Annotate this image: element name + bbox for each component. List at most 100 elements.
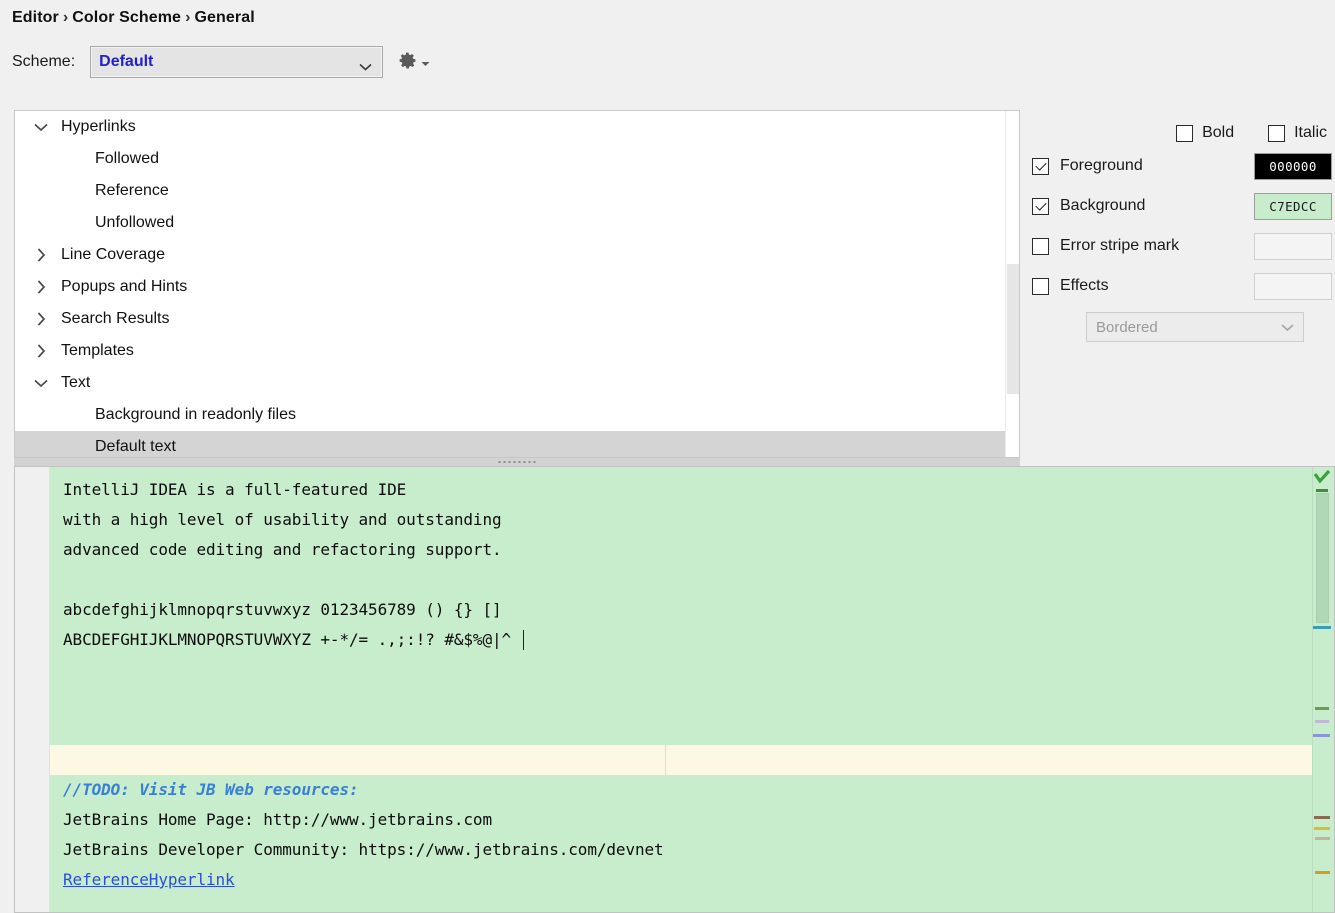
gear-icon	[397, 50, 418, 75]
tree-item-reference[interactable]: Reference	[15, 175, 1019, 207]
error-stripe-mark-checkbox[interactable]	[1032, 237, 1049, 255]
tree-item-label: Line Coverage	[61, 246, 166, 263]
chevron-down-icon	[359, 58, 372, 71]
hyperlink[interactable]: https://www.jetbrains.com/devnet	[359, 840, 664, 859]
tree-item-label: Hyperlinks	[61, 118, 136, 135]
breadcrumb-part-editor: Editor	[12, 9, 59, 26]
scheme-row: Scheme: Default	[12, 46, 430, 78]
gutter-separator	[49, 467, 50, 912]
tree-item-label: Templates	[61, 342, 134, 359]
chevron-right-icon[interactable]	[29, 312, 53, 326]
error-stripe-mark[interactable]	[1315, 707, 1329, 710]
tree-scrollbar-thumb[interactable]	[1007, 264, 1019, 394]
chevron-down-icon	[421, 54, 430, 71]
background-label: Background	[1060, 197, 1146, 214]
tree-item-line-coverage[interactable]: Line Coverage	[15, 239, 1019, 271]
breadcrumb-part-general: General	[194, 9, 255, 26]
code-line-text: JetBrains Home Page:	[63, 810, 264, 829]
breadcrumb-separator: ›	[62, 9, 69, 26]
code-line: ReferenceHyperlink	[63, 870, 235, 889]
tree-item-label: Popups and Hints	[61, 278, 188, 295]
option-row-effects: Effects	[1032, 266, 1332, 306]
breadcrumb-separator: ›	[185, 9, 191, 26]
tree-item-hyperlinks[interactable]: Hyperlinks	[15, 111, 1019, 143]
tree-item-templates[interactable]: Templates	[15, 335, 1019, 367]
error-stripe-mark[interactable]	[1313, 626, 1331, 629]
option-row-background: Background C7EDCC	[1032, 186, 1332, 226]
option-row-foreground: Foreground 000000	[1032, 146, 1332, 186]
chevron-right-icon[interactable]	[29, 344, 53, 358]
chevron-down-icon[interactable]	[29, 379, 53, 388]
bold-label: Bold	[1202, 124, 1235, 141]
tree-item-text[interactable]: Text	[15, 367, 1019, 399]
effects-color-swatch[interactable]	[1254, 272, 1332, 300]
tree-item-label: Search Results	[61, 310, 170, 327]
code-line: JetBrains Developer Community: https://w…	[63, 835, 664, 865]
attributes-options-panel: Bold Italic Foreground 000000 Background C7…	[1032, 120, 1332, 342]
tree-item-unfollowed[interactable]: Unfollowed	[15, 207, 1019, 239]
error-stripe-mark[interactable]	[1314, 816, 1330, 819]
italic-checkbox-row[interactable]: Italic	[1268, 124, 1327, 142]
right-margin-guide	[665, 745, 666, 775]
background-checkbox[interactable]	[1032, 197, 1049, 215]
tree-item-label: Unfollowed	[95, 214, 175, 231]
error-stripe-mark[interactable]	[1315, 871, 1330, 874]
tree-item-label: Default text	[95, 438, 176, 455]
error-stripe-scrollbar[interactable]	[1312, 467, 1334, 912]
caret-row-highlight	[50, 745, 1312, 775]
code-line: ABCDEFGHIJKLMNOPQRSTUVWXYZ +-*/= .,;:!? …	[63, 630, 512, 649]
background-color-swatch[interactable]: C7EDCC	[1254, 192, 1332, 220]
scrollbar-thumb[interactable]	[1316, 493, 1329, 623]
option-row-error-stripe-mark: Error stripe mark	[1032, 226, 1332, 266]
bold-checkbox-row[interactable]: Bold	[1176, 124, 1234, 142]
tree-item-background-in-readonly-files[interactable]: Background in readonly files	[15, 399, 1019, 431]
chevron-down-icon	[1281, 319, 1294, 336]
effects-type-select[interactable]: Bordered	[1086, 312, 1304, 342]
bold-checkbox[interactable]	[1176, 124, 1194, 142]
scheme-select[interactable]: Default	[90, 46, 384, 78]
editor-gutter	[15, 467, 49, 912]
effects-label: Effects	[1060, 277, 1109, 294]
tree-item-label: Background in readonly files	[95, 406, 297, 423]
foreground-color-swatch[interactable]: 000000	[1254, 152, 1332, 180]
tree-item-search-results[interactable]: Search Results	[15, 303, 1019, 335]
color-scheme-tree[interactable]: Hyperlinks Followed Reference Unfollowed Lin…	[14, 110, 1020, 458]
code-line: with a high level of usability and outst…	[63, 510, 502, 529]
code-line: IntelliJ IDEA is a full-featured IDE	[63, 480, 407, 499]
error-stripe-mark[interactable]	[1314, 827, 1330, 830]
scheme-settings-button[interactable]	[397, 50, 430, 75]
italic-checkbox[interactable]	[1268, 124, 1286, 142]
effects-checkbox[interactable]	[1032, 277, 1049, 295]
chevron-down-icon[interactable]	[29, 123, 53, 132]
tree-item-label: Reference	[95, 182, 169, 199]
scheme-select-value: Default	[99, 53, 154, 70]
tree-item-default-text[interactable]: Default text	[15, 431, 1019, 457]
breadcrumb: Editor › Color Scheme › General	[12, 9, 255, 27]
error-stripe-mark-label: Error stripe mark	[1060, 237, 1180, 254]
foreground-checkbox[interactable]	[1032, 157, 1049, 175]
foreground-label: Foreground	[1060, 157, 1143, 174]
code-line-text: JetBrains Developer Community:	[63, 840, 359, 859]
tree-item-popups-and-hints[interactable]: Popups and Hints	[15, 271, 1019, 303]
tree-item-followed[interactable]: Followed	[15, 143, 1019, 175]
error-stripe-mark[interactable]	[1316, 489, 1328, 492]
error-stripe-mark[interactable]	[1315, 837, 1330, 840]
code-line: JetBrains Home Page: http://www.jetbrain…	[63, 805, 492, 835]
scheme-label: Scheme:	[12, 53, 76, 70]
tree-rows: Hyperlinks Followed Reference Unfollowed Lin…	[15, 111, 1019, 457]
tree-scrollbar-track[interactable]	[1005, 111, 1019, 457]
color-scheme-preview-editor[interactable]: 1234567891011121314 IntelliJ IDEA is a f…	[14, 466, 1335, 913]
inspections-ok-icon[interactable]	[1312, 469, 1332, 487]
italic-label: Italic	[1294, 124, 1327, 141]
error-stripe-mark-color-swatch[interactable]	[1254, 232, 1332, 260]
font-style-row: Bold Italic	[1032, 120, 1332, 146]
hyperlink[interactable]: http://www.jetbrains.com	[263, 810, 492, 829]
chevron-right-icon[interactable]	[29, 248, 53, 262]
chevron-right-icon[interactable]	[29, 280, 53, 294]
color-option-rows: Foreground 000000 Background C7EDCC Error st…	[1032, 146, 1332, 306]
error-stripe-mark[interactable]	[1315, 720, 1329, 723]
code-line: advanced code editing and refactoring su…	[63, 540, 502, 559]
error-stripe-mark[interactable]	[1313, 734, 1330, 737]
effects-type-value: Bordered	[1096, 318, 1158, 336]
tree-item-label: Text	[61, 374, 91, 391]
